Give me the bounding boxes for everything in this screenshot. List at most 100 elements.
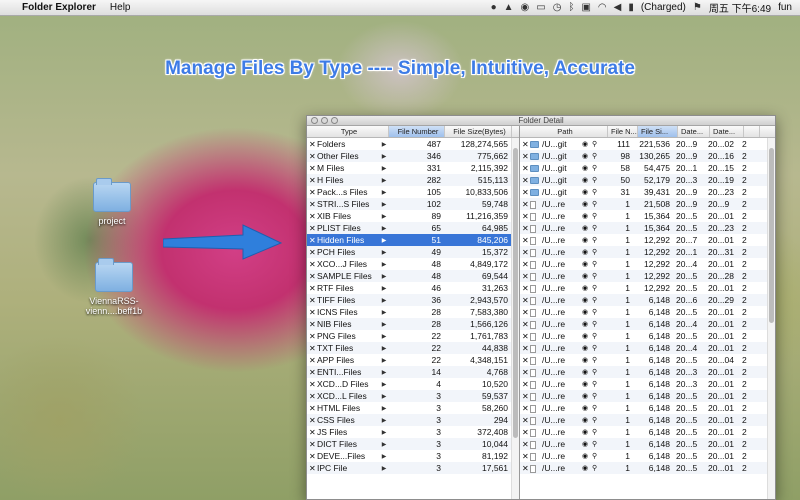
remove-icon[interactable]: ✕ [307,332,315,341]
reveal-icon[interactable]: ◉ [580,200,590,208]
flag-icon[interactable]: ⚑ [693,2,702,13]
remove-icon[interactable]: ✕ [307,296,315,305]
remove-icon[interactable]: ✕ [520,320,528,329]
table-row[interactable]: ✕ /U...re ◉⚲ 1 6,148 20...5 20...01 2 [520,438,775,450]
table-row[interactable]: ✕ /U...re ◉⚲ 1 6,148 20...5 20...01 2 [520,402,775,414]
remove-icon[interactable]: ✕ [520,368,528,377]
expand-arrow-icon[interactable]: ▶ [377,429,389,436]
remove-icon[interactable]: ✕ [520,224,528,233]
table-row[interactable]: ✕PLIST Files ▶ 65 64,985 [307,222,519,234]
reveal-icon[interactable]: ◉ [580,404,590,412]
table-row[interactable]: ✕ /U...re ◉⚲ 1 6,148 20...3 20...01 2 [520,366,775,378]
column-file-count[interactable]: File N... [608,126,638,137]
reveal-icon[interactable]: ◉ [580,344,590,352]
remove-icon[interactable]: ✕ [520,392,528,401]
remove-icon[interactable]: ✕ [307,440,315,449]
volume-icon[interactable]: ◀ [614,2,622,13]
expand-arrow-icon[interactable]: ▶ [377,189,389,196]
remove-icon[interactable]: ✕ [520,440,528,449]
table-row[interactable]: ✕ /U...re ◉⚲ 1 12,292 20...1 20...31 2 [520,246,775,258]
table-row[interactable]: ✕PCH Files ▶ 49 15,372 [307,246,519,258]
remove-icon[interactable]: ✕ [307,464,315,473]
table-row[interactable]: ✕ /U...re ◉⚲ 1 6,148 20...5 20...01 2 [520,330,775,342]
table-row[interactable]: ✕RTF Files ▶ 46 31,263 [307,282,519,294]
table-row[interactable]: ✕ICNS Files ▶ 28 7,583,380 [307,306,519,318]
reveal-icon[interactable]: ◉ [580,380,590,388]
expand-arrow-icon[interactable]: ▶ [377,453,389,460]
remove-icon[interactable]: ✕ [307,344,315,353]
table-row[interactable]: ✕ /U...re ◉⚲ 1 6,148 20...5 20...01 2 [520,462,775,474]
remove-icon[interactable]: ✕ [307,140,315,149]
quicklook-icon[interactable]: ⚲ [590,272,604,280]
quicklook-icon[interactable]: ⚲ [590,452,604,460]
table-row[interactable]: ✕TXT Files ▶ 22 44,838 [307,342,519,354]
battery-status[interactable]: (Charged) [641,2,686,13]
expand-arrow-icon[interactable]: ▶ [377,333,389,340]
remove-icon[interactable]: ✕ [520,308,528,317]
expand-arrow-icon[interactable]: ▶ [377,201,389,208]
remove-icon[interactable]: ✕ [520,452,528,461]
quicklook-icon[interactable]: ⚲ [590,152,604,160]
expand-arrow-icon[interactable]: ▶ [377,441,389,448]
reveal-icon[interactable]: ◉ [580,164,590,172]
remove-icon[interactable]: ✕ [520,212,528,221]
expand-arrow-icon[interactable]: ▶ [377,141,389,148]
quicklook-icon[interactable]: ⚲ [590,200,604,208]
remove-icon[interactable]: ✕ [520,272,528,281]
evernote-icon[interactable]: ● [491,2,497,13]
remove-icon[interactable]: ✕ [307,164,315,173]
reveal-icon[interactable]: ◉ [580,368,590,376]
remove-icon[interactable]: ✕ [520,248,528,257]
remove-icon[interactable]: ✕ [307,380,315,389]
table-row[interactable]: ✕ /U...re ◉⚲ 1 6,148 20...6 20...29 2 [520,294,775,306]
column-file-size[interactable]: File Size(Bytes) [445,126,512,137]
zoom-button[interactable] [331,117,338,124]
user-name[interactable]: fun [778,2,792,13]
remove-icon[interactable]: ✕ [520,284,528,293]
table-row[interactable]: ✕Other Files ▶ 346 775,662 [307,150,519,162]
table-row[interactable]: ✕H Files ▶ 282 515,113 [307,174,519,186]
table-row[interactable]: ✕ /U...git ◉⚲ 31 39,431 20...9 20...23 2 [520,186,775,198]
reveal-icon[interactable]: ◉ [580,452,590,460]
quicklook-icon[interactable]: ⚲ [590,464,604,472]
column-extra[interactable] [744,126,760,137]
table-row[interactable]: ✕M Files ▶ 331 2,115,392 [307,162,519,174]
remove-icon[interactable]: ✕ [307,356,315,365]
expand-arrow-icon[interactable]: ▶ [377,273,389,280]
desktop-folder-project[interactable]: project [72,178,152,226]
remove-icon[interactable]: ✕ [520,188,528,197]
reveal-icon[interactable]: ◉ [580,284,590,292]
table-row[interactable]: ✕XCO...J Files ▶ 48 4,849,172 [307,258,519,270]
reveal-icon[interactable]: ◉ [580,332,590,340]
expand-arrow-icon[interactable]: ▶ [377,261,389,268]
remove-icon[interactable]: ✕ [520,176,528,185]
window-titlebar[interactable]: Folder Detail [307,116,775,126]
table-row[interactable]: ✕CSS Files ▶ 3 294 [307,414,519,426]
quicklook-icon[interactable]: ⚲ [590,404,604,412]
remove-icon[interactable]: ✕ [520,140,528,149]
remove-icon[interactable]: ✕ [307,248,315,257]
quicklook-icon[interactable]: ⚲ [590,224,604,232]
close-button[interactable] [311,117,318,124]
table-row[interactable]: ✕XCD...D Files ▶ 4 10,520 [307,378,519,390]
expand-arrow-icon[interactable]: ▶ [377,237,389,244]
expand-arrow-icon[interactable]: ▶ [377,369,389,376]
reveal-icon[interactable]: ◉ [580,236,590,244]
reveal-icon[interactable]: ◉ [580,296,590,304]
quicklook-icon[interactable]: ⚲ [590,380,604,388]
table-row[interactable]: ✕ /U...git ◉⚲ 50 52,179 20...3 20...19 2 [520,174,775,186]
scroll-thumb[interactable] [769,148,774,323]
remove-icon[interactable]: ✕ [307,200,315,209]
reveal-icon[interactable]: ◉ [580,260,590,268]
remove-icon[interactable]: ✕ [307,284,315,293]
remove-icon[interactable]: ✕ [307,152,315,161]
table-row[interactable]: ✕XIB Files ▶ 89 11,216,359 [307,210,519,222]
expand-arrow-icon[interactable]: ▶ [377,213,389,220]
scroll-thumb[interactable] [513,148,518,438]
wifi-icon[interactable]: ◠ [598,2,607,13]
remove-icon[interactable]: ✕ [520,260,528,269]
remove-icon[interactable]: ✕ [520,380,528,389]
expand-arrow-icon[interactable]: ▶ [377,345,389,352]
reveal-icon[interactable]: ◉ [580,140,590,148]
remove-icon[interactable]: ✕ [520,296,528,305]
